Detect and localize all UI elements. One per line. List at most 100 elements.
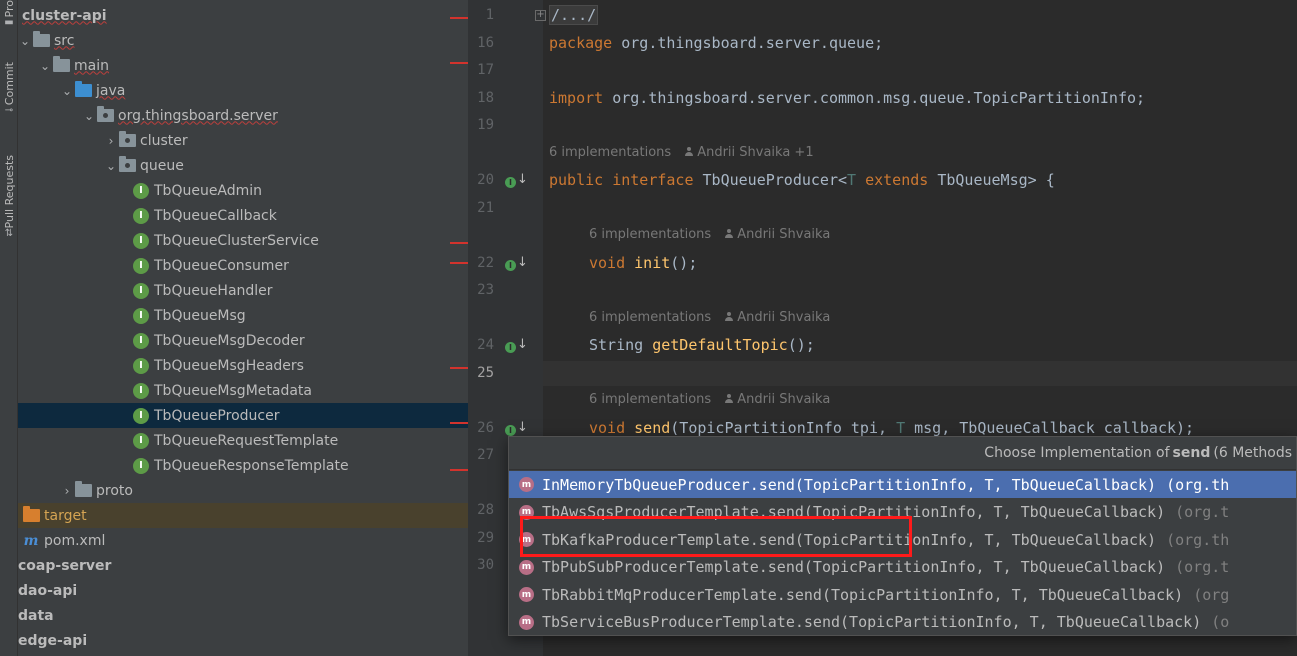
code-line-26[interactable]: void send(TopicPartitionInfo tpi, T msg,…: [589, 419, 1194, 437]
line-number[interactable]: 20: [468, 172, 494, 188]
tree-item-tbqueuehandler[interactable]: I TbQueueHandler: [18, 278, 468, 303]
author-link[interactable]: Andrii Shvaika: [737, 392, 830, 407]
commit-tool-tab[interactable]: Commit ⊸: [0, 62, 18, 117]
implementations-count-link[interactable]: 6 implementations: [589, 310, 711, 325]
line-number[interactable]: 28: [468, 502, 494, 518]
error-stripe-marker[interactable]: [450, 367, 468, 369]
line-number[interactable]: 22: [468, 255, 494, 271]
code-line-20[interactable]: public interface TbQueueProducer<T exten…: [549, 171, 1055, 189]
line-number[interactable]: 18: [468, 90, 494, 106]
code-vision-hint[interactable]: 6 implementations Andrii Shvaika: [589, 227, 830, 242]
line-number[interactable]: 16: [468, 35, 494, 51]
keyword: public: [549, 171, 604, 189]
implemented-by-gutter-icon[interactable]: I ↓: [505, 172, 528, 190]
annotation-highlight-box: [520, 516, 912, 557]
implementation-signature: TbRabbitMqProducerTemplate.send(TopicPar…: [542, 585, 1184, 604]
tree-item-tbqueuemsgdecoder[interactable]: I TbQueueMsgDecoder: [18, 328, 468, 353]
author-link[interactable]: Andrii Shvaika: [737, 227, 830, 242]
tree-item-src[interactable]: ⌄ src: [18, 28, 468, 53]
line-number[interactable]: 19: [468, 117, 494, 133]
tree-item-cluster[interactable]: › cluster: [18, 128, 468, 153]
error-stripe-marker[interactable]: [450, 469, 468, 471]
line-number[interactable]: 27: [468, 447, 494, 463]
chevron-down-icon[interactable]: ⌄: [38, 59, 52, 73]
line-number[interactable]: 24: [468, 337, 494, 353]
project-tree[interactable]: cluster-api ⌄ src ⌄ main ⌄ java ⌄ org.thingsboar…: [18, 0, 468, 656]
tree-item-tbqueuemsgmetadata[interactable]: I TbQueueMsgMetadata: [18, 378, 468, 403]
implementations-count-link[interactable]: 6 implementations: [589, 392, 711, 407]
tree-item-tbqueueadmin[interactable]: I TbQueueAdmin: [18, 178, 468, 203]
implementation-item[interactable]: m TbRabbitMqProducerTemplate.send(TopicPa…: [509, 581, 1296, 608]
tree-item-org-thingsboard-server[interactable]: ⌄ org.thingsboard.server: [18, 103, 468, 128]
chevron-right-icon[interactable]: ›: [104, 134, 118, 148]
chevron-down-icon[interactable]: ⌄: [82, 109, 96, 123]
error-stripe-marker[interactable]: [450, 62, 468, 64]
line-number[interactable]: 17: [468, 62, 494, 78]
tree-item-coap-server[interactable]: coap-server: [18, 553, 468, 578]
error-stripe-marker[interactable]: [450, 422, 468, 424]
tree-item-tbqueueconsumer[interactable]: I TbQueueConsumer: [18, 253, 468, 278]
implementation-item[interactable]: m InMemoryTbQueueProducer.send(TopicParti…: [509, 471, 1296, 498]
line-number[interactable]: 23: [468, 282, 494, 298]
line-number[interactable]: 25: [468, 365, 494, 381]
tree-item-label: edge-api: [18, 632, 88, 649]
fold-expand-icon[interactable]: +: [535, 10, 546, 21]
chevron-down-icon[interactable]: ⌄: [60, 84, 74, 98]
implemented-by-gutter-icon[interactable]: I ↓: [505, 255, 528, 273]
pull-requests-tool-tab[interactable]: Pull Requests ⇅: [0, 155, 18, 240]
code-line-16[interactable]: package org.thingsboard.server.queue;: [549, 34, 883, 52]
implementation-location: (org: [1193, 585, 1230, 604]
implementation-item[interactable]: m TbPubSubProducerTemplate.send(TopicPart…: [509, 554, 1296, 581]
author-link[interactable]: Andrii Shvaika: [737, 310, 830, 325]
code-vision-hint[interactable]: 6 implementations Andrii Shvaika +1: [549, 145, 814, 160]
tree-item-tbqueuerequesttemplate[interactable]: I TbQueueRequestTemplate: [18, 428, 468, 453]
project-tool-tab[interactable]: Pro ▬: [0, 0, 18, 29]
tree-item-proto[interactable]: › proto: [18, 478, 468, 503]
line-number[interactable]: 26: [468, 420, 494, 436]
tree-item-target[interactable]: target: [18, 503, 468, 528]
code-vision-hint[interactable]: 6 implementations Andrii Shvaika: [589, 392, 830, 407]
tree-item-tbqueueresponsetemplate[interactable]: I TbQueueResponseTemplate: [18, 453, 468, 478]
tree-item-main[interactable]: ⌄ main: [18, 53, 468, 78]
implementation-signature: TbServiceBusProducerTemplate.send(TopicP…: [542, 613, 1202, 631]
code-vision-hint[interactable]: 6 implementations Andrii Shvaika: [589, 310, 830, 325]
tree-item-data[interactable]: data: [18, 603, 468, 628]
tree-item-edge-api[interactable]: edge-api: [18, 628, 468, 653]
code-line-22[interactable]: void init();: [589, 254, 697, 272]
implementations-count-link[interactable]: 6 implementations: [589, 227, 711, 242]
chevron-down-icon[interactable]: ⌄: [18, 34, 32, 48]
code-line-24[interactable]: String getDefaultTopic();: [589, 336, 815, 354]
tree-item-java[interactable]: ⌄ java: [18, 78, 468, 103]
tree-item-tbqueueproducer[interactable]: I TbQueueProducer: [18, 403, 468, 428]
tree-item-tbqueuemsgheaders[interactable]: I TbQueueMsgHeaders: [18, 353, 468, 378]
code-line-1[interactable]: /.../: [549, 5, 599, 25]
implementations-count-link[interactable]: 6 implementations: [549, 145, 671, 160]
tree-item-tbqueuecallback[interactable]: I TbQueueCallback: [18, 203, 468, 228]
author-icon: [685, 147, 694, 156]
implementation-signature: TbPubSubProducerTemplate.send(TopicParti…: [542, 558, 1166, 576]
author-icon: [725, 312, 734, 321]
tree-item-cluster-api[interactable]: cluster-api: [18, 3, 468, 28]
tree-item-tbqueueclusterservice[interactable]: I TbQueueClusterService: [18, 228, 468, 253]
chevron-down-icon[interactable]: ⌄: [104, 159, 118, 173]
error-stripe-marker[interactable]: [450, 262, 468, 264]
line-number[interactable]: 29: [468, 530, 494, 546]
code-line-18[interactable]: import org.thingsboard.server.common.msg…: [549, 89, 1145, 107]
commit-icon: ⊸: [4, 105, 14, 117]
implemented-by-gutter-icon[interactable]: I ↓: [505, 337, 528, 355]
error-stripe-marker[interactable]: [450, 242, 468, 244]
error-stripe-marker[interactable]: [450, 17, 468, 19]
tree-item-label: queue: [140, 157, 184, 174]
implementation-item[interactable]: m TbServiceBusProducerTemplate.send(Topic…: [509, 609, 1296, 636]
keyword: void: [589, 254, 626, 272]
tree-item-dao-api[interactable]: dao-api: [18, 578, 468, 603]
chevron-right-icon[interactable]: ›: [60, 484, 74, 498]
tree-item-queue[interactable]: ⌄ queue: [18, 153, 468, 178]
tree-item-label: TbQueueMsgDecoder: [154, 332, 305, 349]
tree-item-pom-xml[interactable]: m pom.xml: [18, 528, 468, 553]
line-number[interactable]: 1: [468, 7, 494, 23]
line-number[interactable]: 21: [468, 200, 494, 216]
tree-item-tbqueuemsg[interactable]: I TbQueueMsg: [18, 303, 468, 328]
line-number[interactable]: 30: [468, 557, 494, 573]
author-link[interactable]: Andrii Shvaika +1: [697, 145, 813, 160]
